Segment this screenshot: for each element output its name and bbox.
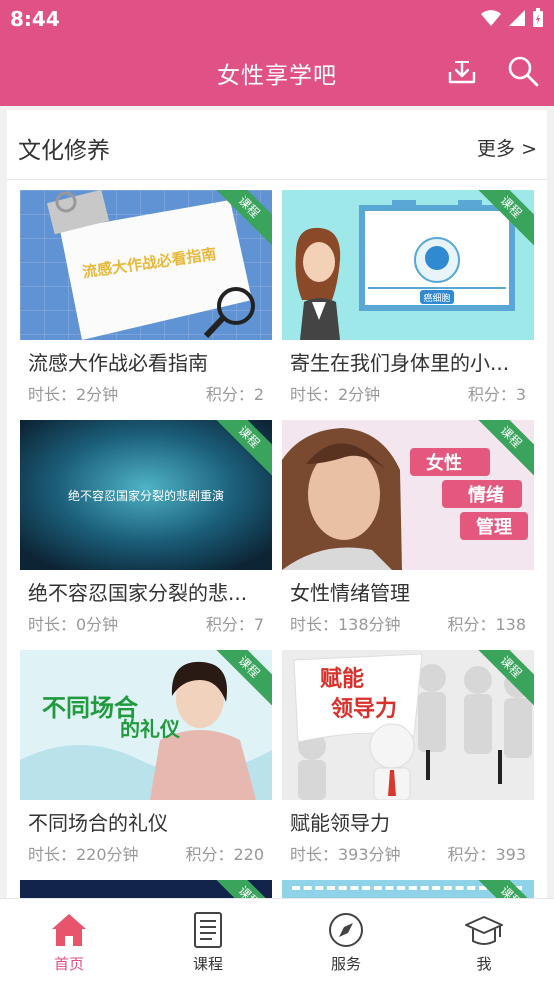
culture-section: 文化修养 更多 > 流感大作战必看指南 课程 流感大作战必看指南 时长：2分钟 … (7, 110, 547, 900)
course-title: 流感大作战必看指南 (28, 351, 208, 375)
thumb-text-2: 的礼仪 (120, 717, 181, 741)
course-points: 积分：7 (205, 615, 264, 634)
course-card[interactable]: 赋能 领导力 课程 赋能领导力 时长：393分钟 积分：393 (282, 650, 534, 880)
course-points: 积分：2 (205, 385, 264, 404)
course-icon (194, 912, 222, 948)
thumb-text: 赋能 (320, 666, 364, 692)
signal-icon (509, 10, 525, 26)
course-thumbnail: 课程 (282, 880, 534, 900)
tab-label: 我 (476, 955, 492, 973)
status-bar: 8:44 (0, 0, 554, 38)
home-icon (52, 914, 86, 946)
course-title: 赋能领导力 (290, 811, 390, 835)
course-title: 寄生在我们身体里的小... (290, 351, 510, 375)
course-card[interactable]: 不同场合 的礼仪 课程 不同场合的礼仪 时长：220分钟 积分：220 (20, 650, 272, 880)
course-card[interactable]: 课程 (282, 880, 534, 900)
search-icon[interactable] (506, 54, 540, 88)
course-card[interactable]: 课程 (20, 880, 272, 900)
download-icon[interactable] (445, 54, 479, 88)
battery-icon (533, 8, 543, 27)
course-thumbnail: 绝不容忍国家分裂的悲剧重演 课程 (20, 420, 272, 570)
course-badge: 课程 (209, 880, 272, 900)
tab-me[interactable]: 我 (444, 911, 524, 974)
compass-icon (329, 913, 363, 947)
bottom-tab-bar: 首页 课程 服务 我 (0, 898, 554, 984)
status-time: 8:44 (10, 7, 60, 31)
tab-label: 服务 (330, 955, 361, 973)
course-thumbnail: 课程 (20, 880, 272, 900)
course-thumbnail: 女性 情绪 管理 课程 (282, 420, 534, 570)
tab-course[interactable]: 课程 (168, 911, 248, 974)
course-points: 积分：220 (185, 845, 264, 864)
course-card[interactable]: 女性 情绪 管理 课程 女性情绪管理 时长：138分钟 积分：138 (282, 420, 534, 650)
course-title: 绝不容忍国家分裂的悲... (28, 581, 248, 605)
course-duration: 时长：2分钟 (290, 385, 381, 404)
course-duration: 时长：393分钟 (290, 845, 401, 864)
course-title: 女性情绪管理 (290, 581, 410, 605)
thumb-text: 绝不容忍国家分裂的悲剧重演 (68, 488, 224, 503)
graduation-cap-icon (465, 916, 503, 945)
app-bar: 女性享学吧 (0, 38, 554, 106)
course-thumbnail: 不同场合 的礼仪 课程 (20, 650, 272, 800)
section-title: 文化修养 (18, 138, 110, 164)
course-thumbnail: 流感大作战必看指南 课程 (20, 190, 272, 340)
course-duration: 时长：138分钟 (290, 615, 401, 634)
more-link[interactable]: 更多 > (477, 134, 537, 161)
thumb-text-2: 领导力 (331, 696, 397, 722)
course-thumbnail: 赋能 领导力 课程 (282, 650, 534, 800)
course-points: 积分：138 (447, 615, 526, 634)
course-title: 不同场合的礼仪 (28, 811, 168, 835)
tab-label: 首页 (53, 955, 84, 973)
course-card[interactable]: 绝不容忍国家分裂的悲剧重演 课程 绝不容忍国家分裂的悲... 时长：0分钟 积分… (20, 420, 272, 650)
tab-service[interactable]: 服务 (306, 911, 386, 974)
thumb-word: 管理 (476, 516, 512, 538)
course-card[interactable]: 癌细胞 课程 寄生在我们身体里的小... 时长：2分钟 积分：3 (282, 190, 534, 420)
course-card[interactable]: 流感大作战必看指南 课程 流感大作战必看指南 时长：2分钟 积分：2 (20, 190, 272, 420)
course-thumbnail: 癌细胞 课程 (282, 190, 534, 340)
course-points: 积分：393 (447, 845, 526, 864)
status-icons (480, 8, 544, 28)
thumb-word: 女性 (426, 452, 462, 474)
course-duration: 时长：2分钟 (28, 385, 119, 404)
thumb-word: 情绪 (468, 484, 504, 506)
tab-home[interactable]: 首页 (29, 911, 109, 974)
thumb-text: 癌细胞 (423, 292, 450, 304)
course-duration: 时长：220分钟 (28, 845, 139, 864)
wifi-icon (481, 10, 501, 26)
course-duration: 时长：0分钟 (28, 615, 119, 634)
section-header: 文化修养 更多 > (7, 110, 547, 180)
tab-label: 课程 (192, 955, 223, 973)
course-points: 积分：3 (467, 385, 526, 404)
